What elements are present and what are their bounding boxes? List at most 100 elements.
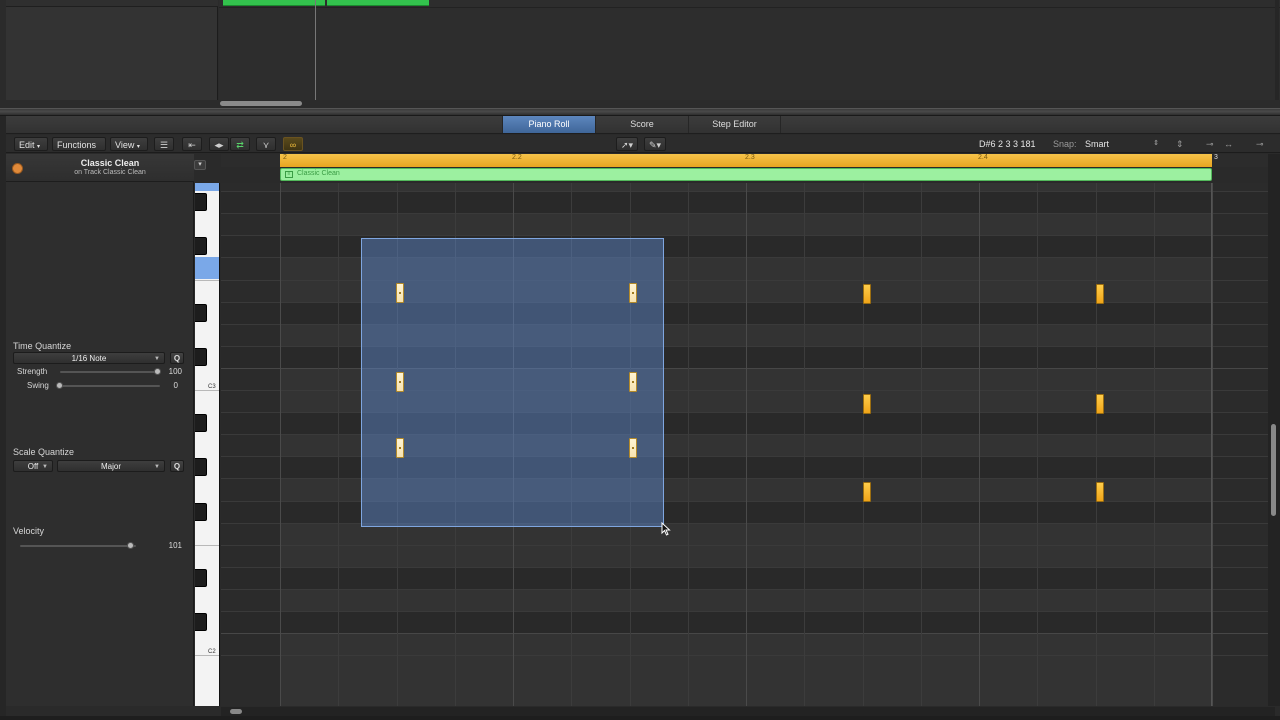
piano-keyboard[interactable]: C3 C2 <box>195 183 220 706</box>
piano-key-highlight <box>195 183 219 192</box>
pitch-gridline <box>221 544 1275 546</box>
grid-horizontal-scrollbar[interactable] <box>221 707 1275 716</box>
tab-score[interactable]: Score <box>595 116 688 133</box>
time-quantize-select[interactable]: 1/16 Note ▼ <box>13 352 165 364</box>
midi-note[interactable] <box>396 283 404 303</box>
piano-black-key[interactable] <box>195 458 207 477</box>
link-icon[interactable]: ∞ <box>283 137 303 151</box>
midi-note[interactable] <box>863 482 871 502</box>
midi-note[interactable] <box>629 438 637 458</box>
piano-key-divider <box>195 655 219 657</box>
velocity-value: 101 <box>168 541 182 550</box>
tab-step-editor[interactable]: Step Editor <box>688 116 781 133</box>
ruler-label: 3 <box>1214 154 1218 161</box>
time-gridline <box>920 183 922 706</box>
zoom-slider-icon[interactable]: ⊸ <box>1256 137 1264 151</box>
functions-menu[interactable]: Functions ▾ <box>52 137 106 164</box>
ruler-label: 2 <box>283 154 287 161</box>
editor-tabs-bar: Piano Roll Score Step Editor <box>6 116 1280 134</box>
inspector-region-title: Classic Clean <box>80 158 140 168</box>
time-gridline <box>1037 183 1039 706</box>
time-gridline <box>280 183 281 706</box>
piano-black-key[interactable] <box>195 303 207 322</box>
pitch-gridline <box>221 191 1275 193</box>
chevron-down-icon: ▾ <box>37 144 41 150</box>
scrollbar-thumb[interactable] <box>230 709 242 714</box>
grid-vertical-scrollbar[interactable] <box>1268 154 1280 706</box>
midi-note[interactable] <box>629 283 637 303</box>
piano-black-key[interactable] <box>195 613 207 632</box>
edit-menu[interactable]: Edit ▾ <box>14 137 48 151</box>
view-menu[interactable]: View ▾ <box>110 137 148 151</box>
strength-label: Strength <box>17 367 48 376</box>
pencil-tool-icon[interactable]: ✎▾ <box>644 137 666 151</box>
piano-key-divider <box>195 544 219 546</box>
pitch-gridline <box>221 655 1275 657</box>
midi-note[interactable] <box>396 438 404 458</box>
swing-value: 0 <box>173 381 178 390</box>
midi-note[interactable] <box>629 372 637 392</box>
list-view-icon[interactable]: ☰ <box>154 137 174 151</box>
snap-select[interactable]: Smart ⇕ <box>1081 137 1161 151</box>
note-mark <box>399 381 401 383</box>
zoom-vertical-icon[interactable]: ⊸ <box>1206 137 1214 151</box>
scale-quantize-mode: Off <box>27 462 39 471</box>
region-header[interactable]: ≡ Classic Clean <box>280 168 1212 181</box>
note-mark <box>632 381 634 383</box>
midi-note[interactable] <box>863 394 871 414</box>
snap-value: Smart <box>1085 139 1110 149</box>
note-mark <box>632 292 634 294</box>
timeline-ruler[interactable]: 2 2.2 2.3 2.4 3 <box>221 154 1275 167</box>
tracks-horizontal-scrollbar[interactable] <box>220 101 302 106</box>
playhead[interactable] <box>315 0 316 100</box>
midi-note[interactable] <box>1096 394 1104 414</box>
ruler-region-bar[interactable]: 2 2.2 2.3 2.4 <box>280 154 1212 167</box>
midi-note[interactable] <box>1096 284 1104 304</box>
chevron-down-icon: ▼ <box>154 356 160 362</box>
strength-slider-track[interactable] <box>60 371 160 373</box>
track-header-column <box>6 0 218 100</box>
scale-quantize-q-button[interactable]: Q <box>170 460 184 472</box>
piano-key-divider <box>195 279 219 281</box>
time-gridline <box>979 183 980 706</box>
midi-out-icon[interactable]: ⇄ <box>230 137 250 151</box>
midi-note[interactable] <box>1096 482 1104 502</box>
inspector-toggle-icon[interactable]: ▾ <box>194 160 206 170</box>
ruler-label: 2.4 <box>978 154 988 161</box>
swing-slider-track[interactable] <box>60 385 160 387</box>
piano-black-key[interactable] <box>195 502 207 521</box>
swing-slider-knob[interactable] <box>56 382 63 389</box>
scale-quantize-scale-select[interactable]: Major ▼ <box>57 460 165 472</box>
zoom-horizontal-icon[interactable]: ↔ <box>1224 137 1233 151</box>
piano-black-key[interactable] <box>195 193 207 212</box>
piano-black-key[interactable] <box>195 414 207 433</box>
time-quantize-label: Time Quantize <box>13 341 72 351</box>
midi-note[interactable] <box>396 372 404 392</box>
midi-note[interactable] <box>863 284 871 304</box>
pitch-gridline <box>221 588 1275 590</box>
tracks-timeline[interactable] <box>219 0 1280 100</box>
editor-split-divider[interactable] <box>0 108 1280 116</box>
velocity-slider-knob[interactable] <box>127 542 134 549</box>
piano-black-key[interactable] <box>195 568 207 587</box>
tab-piano-roll[interactable]: Piano Roll <box>502 116 595 133</box>
scrollbar-thumb[interactable] <box>1271 424 1276 516</box>
drag-mode-icon[interactable]: ⇕ <box>1176 137 1184 151</box>
collapse-icon[interactable]: ⇤ <box>182 137 202 151</box>
piano-key-divider <box>195 390 219 391</box>
piano-black-key[interactable] <box>195 237 207 256</box>
marquee-selection[interactable] <box>361 238 664 527</box>
time-quantize-q-button[interactable]: Q <box>170 352 184 364</box>
track-region[interactable] <box>223 0 325 6</box>
velocity-slider-track[interactable] <box>20 545 136 547</box>
velocity-label: Velocity <box>13 526 45 536</box>
ruler-label: 2.2 <box>512 154 522 161</box>
tracks-vertical-scrollbar[interactable] <box>1275 0 1279 100</box>
black-key-lane <box>221 191 1275 214</box>
pointer-tool-icon[interactable]: ➚▾ <box>616 137 638 151</box>
piano-black-key[interactable] <box>195 347 207 366</box>
filter-icon[interactable]: ⋎ <box>256 137 276 151</box>
midi-in-icon[interactable]: ◂▸ <box>209 137 229 151</box>
track-region[interactable] <box>327 0 429 6</box>
scale-quantize-mode-select[interactable]: Off ▼ <box>13 460 53 472</box>
